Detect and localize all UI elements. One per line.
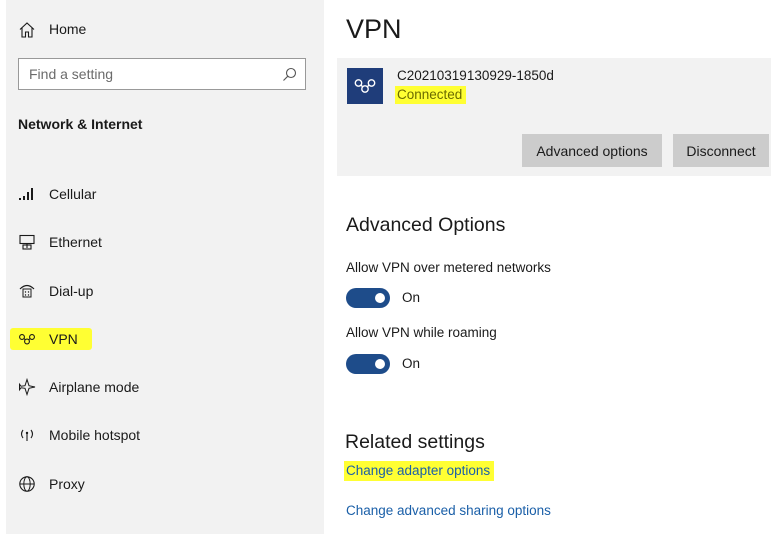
ethernet-icon	[17, 233, 37, 251]
connection-name: C20210319130929-1850d	[397, 68, 554, 83]
advanced-options-heading: Advanced Options	[346, 214, 506, 236]
sidebar-item-label: Mobile hotspot	[49, 427, 141, 443]
connection-status: Connected	[395, 86, 467, 104]
sidebar-item-dialup[interactable]: Dial-up	[6, 271, 324, 311]
sidebar-item-proxy[interactable]: Proxy	[6, 464, 324, 504]
section-title: Network & Internet	[18, 116, 143, 132]
search-box	[18, 58, 306, 90]
sidebar-item-label: Dial-up	[49, 283, 94, 299]
change-adapter-options-link[interactable]: Change adapter options	[344, 461, 495, 481]
metered-networks-label: Allow VPN over metered networks	[346, 260, 551, 275]
hotspot-icon	[17, 426, 37, 444]
sidebar-item-vpn[interactable]: VPN	[6, 319, 324, 359]
cellular-signal-icon	[17, 185, 37, 203]
roaming-state: On	[402, 356, 421, 371]
vpn-icon	[17, 330, 37, 348]
metered-networks-toggle[interactable]	[346, 288, 390, 308]
roaming-label: Allow VPN while roaming	[346, 325, 497, 340]
search-input[interactable]	[19, 60, 269, 88]
airplane-icon	[17, 378, 37, 396]
vpn-connection-icon	[347, 68, 383, 104]
advanced-options-button[interactable]: Advanced options	[522, 134, 662, 167]
sidebar-item-label: Ethernet	[49, 234, 102, 250]
dialup-icon	[17, 282, 37, 300]
sidebar-item-ethernet[interactable]: Ethernet	[6, 222, 324, 262]
page-title: VPN	[346, 14, 402, 44]
vpn-connection-card[interactable]: C20210319130929-1850d Connected Advanced…	[337, 58, 771, 176]
sidebar: Home Network & Internet Cellular	[6, 0, 324, 534]
search-icon[interactable]	[282, 67, 297, 82]
sidebar-item-mobile-hotspot[interactable]: Mobile hotspot	[6, 415, 324, 455]
sidebar-item-label: Airplane mode	[49, 379, 140, 395]
home-label: Home	[49, 21, 87, 37]
sidebar-item-label: Proxy	[49, 476, 85, 492]
sidebar-item-cellular[interactable]: Cellular	[6, 174, 324, 214]
home-nav-item[interactable]: Home	[6, 10, 324, 48]
roaming-toggle[interactable]	[346, 354, 390, 374]
sidebar-item-label: Cellular	[49, 186, 97, 202]
sidebar-item-airplane-mode[interactable]: Airplane mode	[6, 367, 324, 407]
home-icon	[18, 21, 36, 39]
globe-icon	[17, 475, 37, 493]
change-sharing-options-link[interactable]: Change advanced sharing options	[346, 503, 551, 518]
metered-networks-state: On	[402, 290, 421, 305]
sidebar-item-label: VPN	[49, 331, 78, 347]
disconnect-button[interactable]: Disconnect	[673, 134, 769, 167]
related-settings-heading: Related settings	[345, 431, 485, 453]
